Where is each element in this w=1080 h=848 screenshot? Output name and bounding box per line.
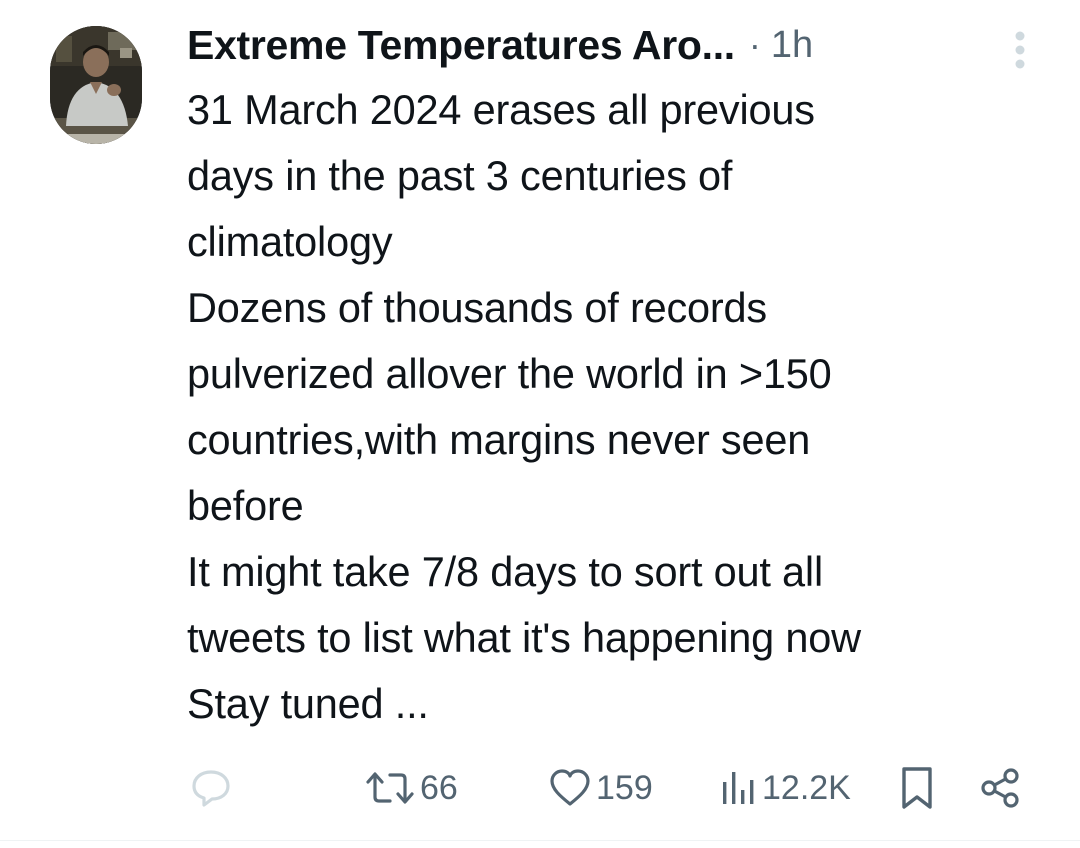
bookmark-icon: [902, 767, 932, 809]
tweet-text-line: 31 March 2024 erases all previous: [187, 86, 815, 133]
like-button[interactable]: 159: [548, 758, 653, 818]
tweet-text-line: tweets to list what it's happening now: [187, 614, 861, 661]
share-button[interactable]: [978, 758, 1022, 818]
views-count: 12.2K: [762, 768, 851, 807]
tweet-card[interactable]: Extreme Temperatures Aro... · 1h 31 Marc…: [0, 0, 1080, 848]
share-icon: [981, 768, 1019, 808]
tweet-text: 31 March 2024 erases all previous days i…: [187, 77, 1057, 737]
tweet-text-line: pulverized allover the world in >150: [187, 350, 832, 397]
tweet-text-line: days in the past 3 centuries of: [187, 152, 733, 199]
tweet-header: Extreme Temperatures Aro... · 1h: [187, 18, 813, 72]
header-separator: ·: [748, 24, 761, 65]
tweet-text-line: countries,with margins never seen: [187, 416, 811, 463]
avatar-photo: [50, 26, 142, 144]
tweet-text-line: climatology: [187, 218, 393, 265]
bookmark-button[interactable]: [898, 758, 936, 818]
author-name[interactable]: Extreme Temperatures Aro...: [187, 22, 735, 69]
retweet-count: 66: [420, 768, 458, 807]
tweet-text-line: before: [187, 482, 304, 529]
avatar[interactable]: [50, 26, 142, 144]
retweet-icon: [366, 772, 414, 804]
reply-button[interactable]: [190, 758, 232, 818]
tweet-action-bar: 66 159 12.2K: [0, 758, 1080, 818]
more-options-icon[interactable]: [1008, 30, 1032, 70]
tweet-text-line: Dozens of thousands of records: [187, 284, 767, 331]
like-count: 159: [596, 768, 653, 807]
tweet-text-line: Stay tuned ...: [187, 680, 429, 727]
views-button[interactable]: 12.2K: [718, 758, 851, 818]
tweet-text-line: It might take 7/8 days to sort out all: [187, 548, 823, 595]
divider: [0, 840, 1080, 841]
heart-icon: [550, 769, 590, 806]
views-chart-icon: [723, 772, 754, 804]
reply-icon: [192, 770, 230, 807]
tweet-timestamp[interactable]: 1h: [771, 24, 813, 67]
retweet-button[interactable]: 66: [364, 758, 458, 818]
